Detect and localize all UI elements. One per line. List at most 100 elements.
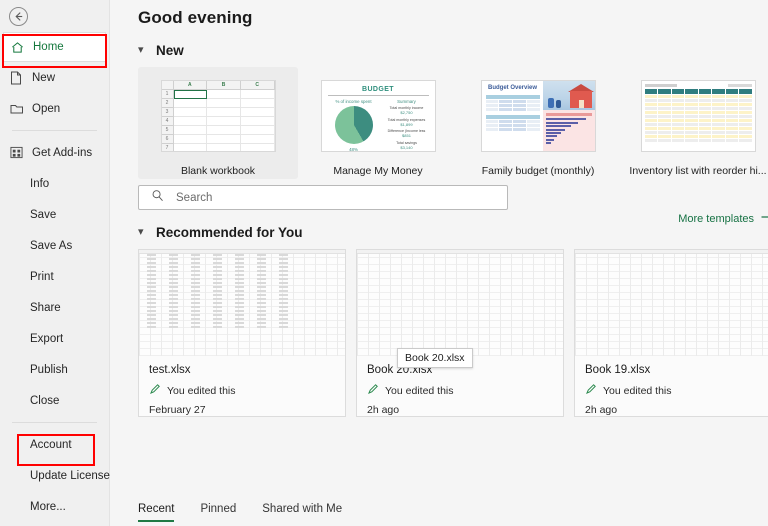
recommended-list: test.xlsx You edited this February 27 Bo…	[138, 249, 768, 417]
file-list-tabs: Recent Pinned Shared with Me	[138, 503, 342, 522]
budget-thumb-left-label: % of income spent	[335, 99, 372, 104]
tab-recent[interactable]: Recent	[138, 503, 175, 522]
back-button-row	[0, 0, 109, 32]
template-card-inventory-list[interactable]: Inventory list with reorder hi...	[618, 67, 768, 179]
sidebar-item-label: Save	[30, 208, 57, 221]
budget-item-value: $1,899	[400, 121, 413, 127]
sidebar-item-close[interactable]: Close	[0, 385, 109, 416]
template-card-family-budget[interactable]: Budget Overview Family budget (monthly)	[458, 67, 618, 179]
search-icon	[151, 189, 164, 207]
more-templates-link[interactable]: More templates	[678, 212, 768, 225]
sidebar-item-label: Export	[30, 332, 64, 345]
template-card-blank-workbook[interactable]: A B C 1 2 3 4 5 6 7 Blank workbook	[138, 67, 298, 179]
chevron-down-icon: ▾	[138, 44, 144, 56]
sidebar-item-open[interactable]: Open	[0, 93, 109, 124]
recommended-card-test[interactable]: test.xlsx You edited this February 27	[138, 249, 346, 417]
sidebar-item-home[interactable]: Home	[3, 32, 106, 62]
search-input[interactable]: Search	[138, 185, 508, 210]
new-section-title: New	[156, 43, 184, 58]
grid-cell	[173, 117, 208, 126]
sidebar-item-label: Update License	[30, 469, 110, 482]
back-arrow-icon[interactable]	[9, 6, 28, 26]
grid-cell	[173, 99, 208, 108]
template-card-manage-my-money[interactable]: BUDGET % of income spent 48% Summary Tot…	[298, 67, 458, 179]
sidebar-item-label: Save As	[30, 239, 73, 252]
grid-cell-a1	[173, 90, 208, 99]
more-templates-label: More templates	[678, 212, 754, 225]
arrow-right-icon	[761, 212, 768, 225]
sidebar-item-label: Open	[32, 102, 61, 115]
grid-cell	[207, 108, 241, 117]
grid-cell	[207, 117, 241, 126]
row-header: 5	[161, 126, 174, 135]
grid-cell	[240, 90, 275, 99]
recommended-section-title: Recommended for You	[156, 225, 303, 240]
tab-pinned[interactable]: Pinned	[200, 503, 236, 522]
sidebar-item-info[interactable]: Info	[0, 168, 109, 199]
sidebar-item-label: Account	[30, 438, 72, 451]
sidebar-divider-2	[12, 422, 97, 423]
budget-item-key: Total monthly expenses	[387, 117, 426, 122]
sidebar-item-label: Publish	[30, 363, 68, 376]
house-illustration	[542, 81, 595, 111]
budget-item-value: $851	[402, 133, 411, 138]
sidebar-item-label: Print	[30, 270, 54, 283]
tab-shared-with-me[interactable]: Shared with Me	[262, 503, 342, 522]
budget-thumb-pct: 48%	[349, 147, 358, 152]
file-name: Book 19.xlsx	[585, 364, 651, 376]
sidebar-item-export[interactable]: Export	[0, 323, 109, 354]
recommended-card-book19[interactable]: Book 19.xlsx You edited this 2h ago	[574, 249, 768, 417]
file-time: 2h ago	[367, 404, 400, 416]
recommended-section-header[interactable]: ▾ Recommended for You	[138, 225, 768, 240]
row-header: 2	[161, 99, 174, 108]
chevron-down-icon: ▾	[138, 226, 144, 238]
row-header: 4	[161, 117, 174, 126]
search-area: Search	[138, 185, 768, 210]
new-section-header[interactable]: ▾ New	[138, 43, 768, 58]
home-icon	[11, 41, 31, 54]
sidebar-divider-1	[12, 130, 97, 131]
sidebar-item-share[interactable]: Share	[0, 292, 109, 323]
sidebar-item-save-as[interactable]: Save As	[0, 230, 109, 261]
divider	[327, 95, 429, 96]
sidebar-item-publish[interactable]: Publish	[0, 354, 109, 385]
sidebar-item-save[interactable]: Save	[0, 199, 109, 230]
family-budget-thumbnail: Budget Overview	[480, 80, 596, 152]
sidebar-item-more[interactable]: More...	[0, 491, 109, 522]
sidebar-item-get-add-ins[interactable]: Get Add-ins	[0, 137, 109, 168]
sidebar-item-new[interactable]: New	[0, 62, 109, 93]
file-activity-label: You edited this	[167, 384, 236, 397]
budget-pie-thumbnail: BUDGET % of income spent 48% Summary Tot…	[320, 80, 436, 152]
excel-start-screen: Home New Open Get Add-ins Info Save Save…	[0, 0, 768, 526]
folder-icon	[10, 103, 30, 115]
sidebar-item-label: Get Add-ins	[32, 146, 93, 159]
pencil-icon	[367, 383, 379, 398]
thumb-table	[485, 95, 540, 111]
sidebar-item-account[interactable]: Account	[0, 429, 109, 460]
file-time: February 27	[149, 404, 206, 416]
grid-cell	[173, 135, 208, 144]
recommended-card-book20[interactable]: Book 20.xlsx Book 20.xlsx You edited thi…	[356, 249, 564, 417]
template-thumb-wrap	[618, 67, 768, 155]
sidebar-item-update-license[interactable]: Update License	[0, 460, 110, 491]
grid-cell	[241, 144, 275, 151]
file-preview-thumbnail	[575, 250, 768, 356]
file-tooltip: Book 20.xlsx	[397, 348, 473, 368]
budget-thumb-right-label: Summary	[397, 99, 416, 104]
inventory-list-thumbnail	[640, 80, 756, 152]
grid-cell	[207, 99, 241, 108]
grid-cell	[207, 144, 241, 151]
budget-item-value: $2,750	[400, 110, 413, 115]
backstage-sidebar: Home New Open Get Add-ins Info Save Save…	[0, 0, 110, 526]
row-header: 6	[161, 135, 174, 144]
template-thumb-wrap: Budget Overview	[458, 67, 618, 155]
sidebar-item-print[interactable]: Print	[0, 261, 109, 292]
backstage-main: Good evening ▾ New A B C 1 2 3 4 5 6 7 B…	[110, 0, 768, 526]
grid-cell	[207, 126, 241, 135]
template-caption: Family budget (monthly)	[481, 165, 595, 177]
row-header: 1	[161, 90, 174, 99]
column-header-c: C	[240, 81, 275, 90]
grid-cell	[240, 135, 275, 144]
file-activity-label: You edited this	[603, 384, 672, 397]
sidebar-item-label: Home	[33, 41, 64, 53]
